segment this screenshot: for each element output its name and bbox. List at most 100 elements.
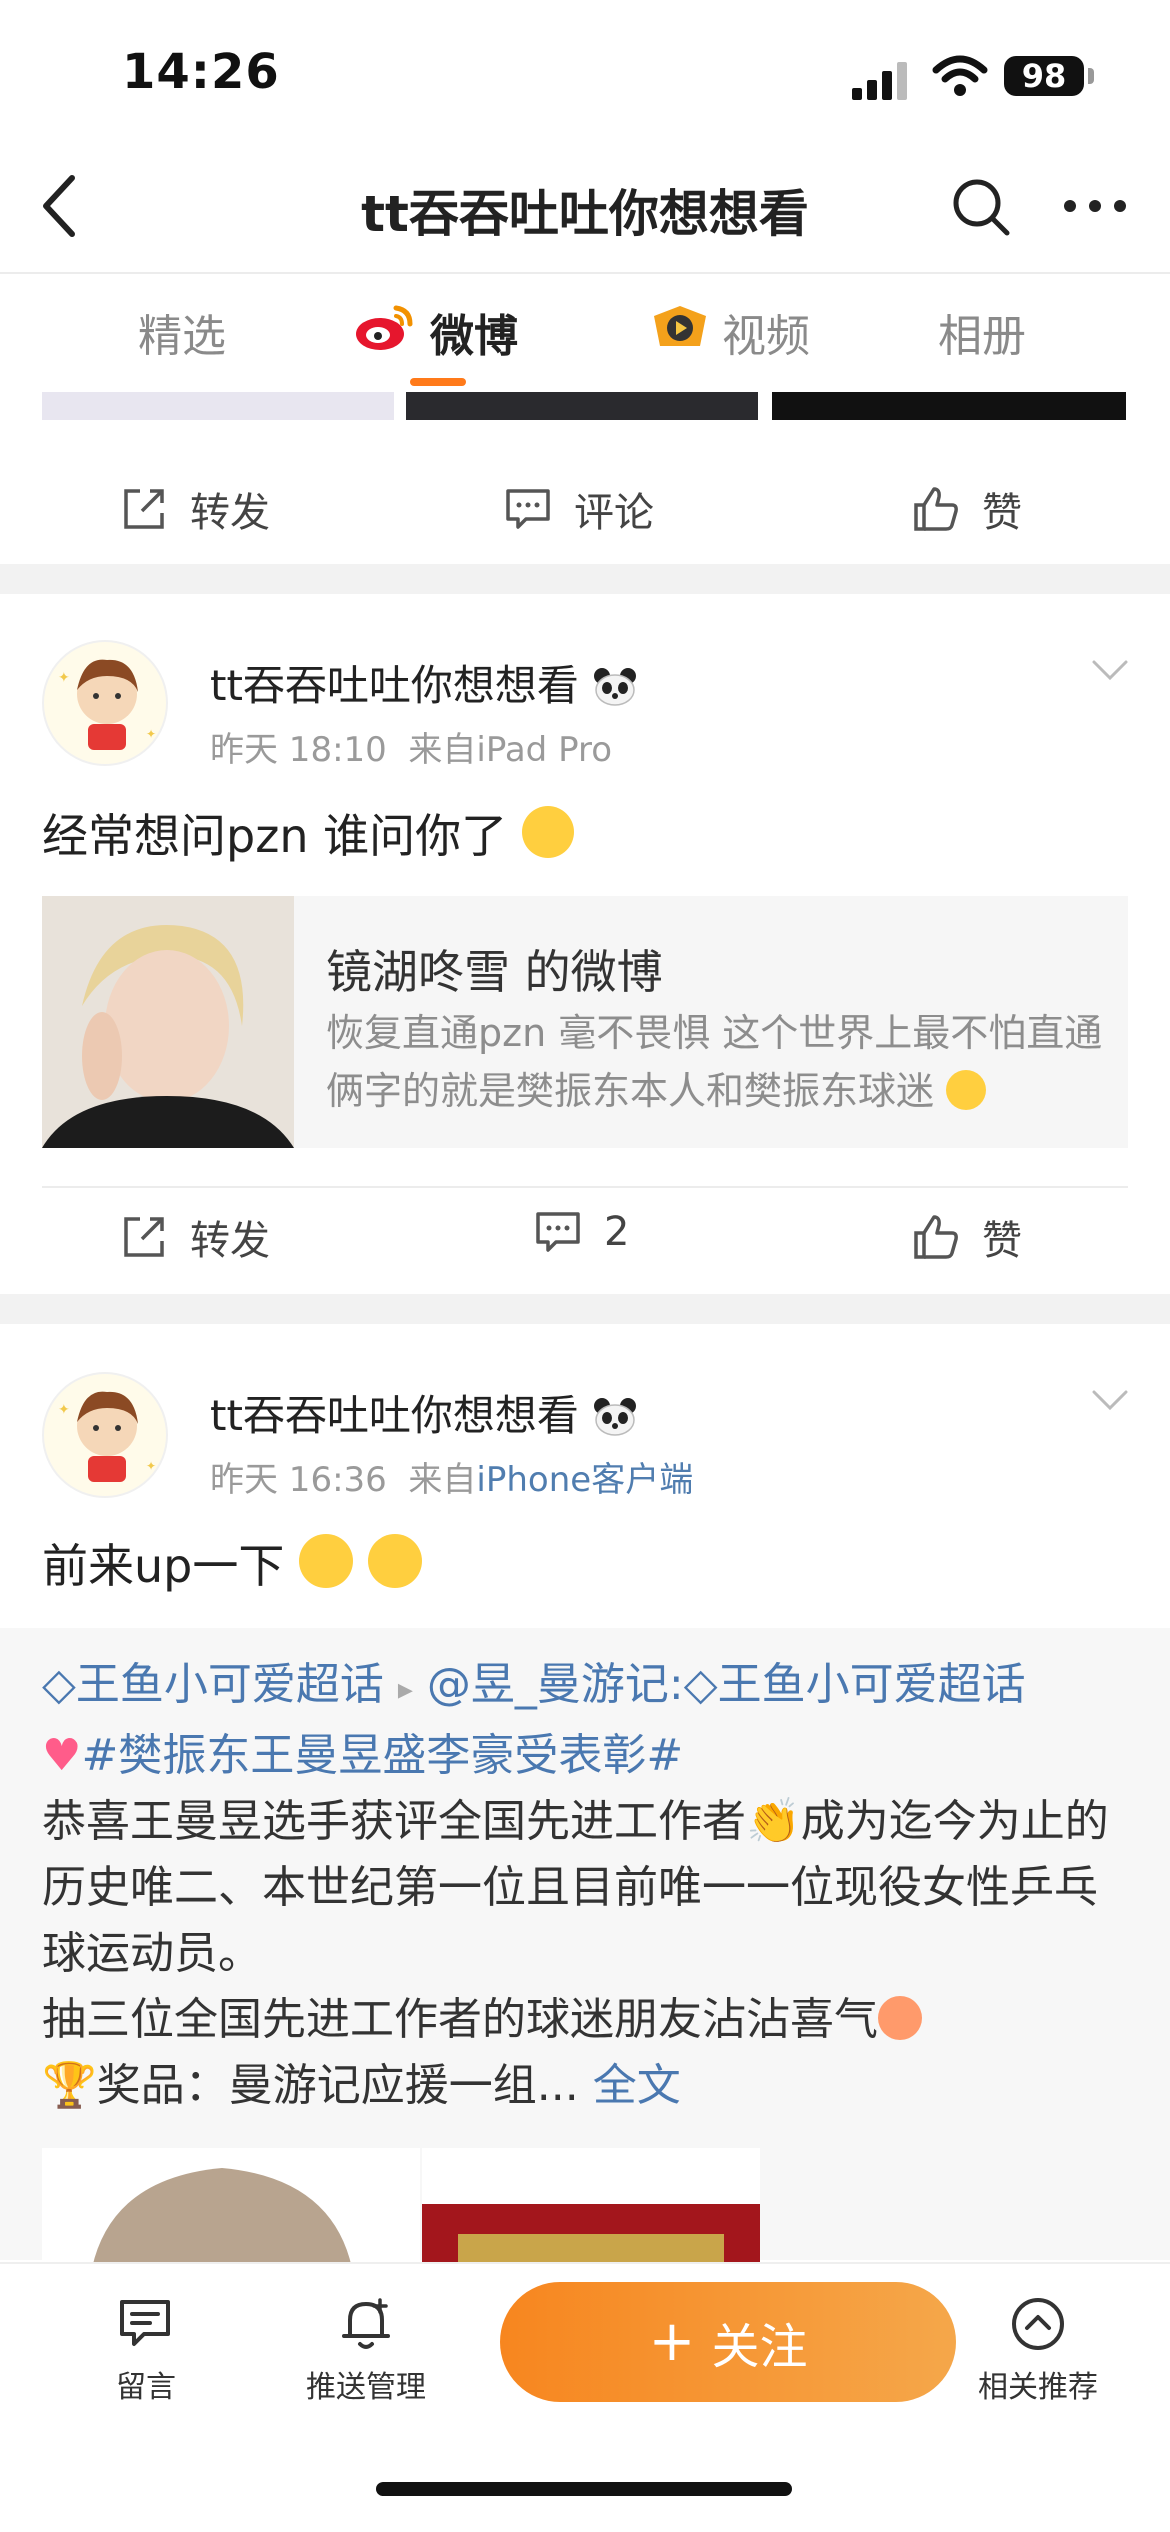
username-text: tt吞吞吐吐你想想看 [210, 661, 579, 710]
panda-icon [592, 666, 638, 706]
quoted-post-text: 恢复直通pzn 毫不畏惧 这个世界上最不怕直通俩字的就是樊振东本人和樊振东球迷 [326, 1004, 1106, 1120]
hashtag-link[interactable]: #樊振东王曼昱盛李豪受表彰# [81, 1730, 683, 1781]
post-time: 昨天 16:36 [210, 1460, 387, 1500]
repost-line-1: 恭喜王曼昱选手获评全国先进工作者 [42, 1796, 746, 1847]
repost-line-3: 抽三位全国先进工作者的球迷朋友沾沾喜气 [42, 1994, 878, 2045]
comment-button[interactable]: 2 [534, 1208, 629, 1256]
comment-icon [536, 1212, 580, 1252]
previous-post-image[interactable] [406, 392, 758, 420]
svg-text:✦: ✦ [146, 727, 156, 741]
chevron-down-icon[interactable] [1090, 1388, 1130, 1414]
comment-label: 评论 [574, 490, 654, 536]
like-label: 赞 [982, 490, 1022, 536]
quoted-post-text-content: 恢复直通pzn 毫不畏惧 这个世界上最不怕直通俩字的就是樊振东本人和樊振东球迷 [326, 1011, 1103, 1113]
follow-button[interactable]: + 关注 [500, 2282, 956, 2402]
trophy-icon: 🏆 [42, 2060, 97, 2111]
like-label: 赞 [982, 1218, 1022, 1264]
tab-weibo[interactable]: 微博 [430, 300, 518, 364]
message-button[interactable]: 留言 [66, 2294, 226, 2406]
comment-count: 2 [604, 1209, 630, 1255]
repost-icon [124, 489, 164, 529]
teary-emoji-icon [298, 1534, 353, 1588]
certificate-photo-icon [422, 2204, 760, 2268]
person-photo-icon [42, 2148, 420, 2268]
post-username[interactable]: tt吞吞吐吐你想想看 [210, 652, 638, 713]
tab-featured[interactable]: 精选 [138, 300, 226, 364]
avatar[interactable]: ✦ ✦ [42, 1372, 168, 1498]
post-source: iPad Pro [476, 730, 613, 770]
repost-image[interactable] [42, 2148, 420, 2268]
reposted-text: ◇王鱼小可爱超话 ▸ @昱_曼游记:◇王鱼小可爱超话 ♥#樊振东王曼昱盛李豪受表… [42, 1652, 1132, 2119]
push-label: 推送管理 [306, 2370, 426, 2405]
source-prefix: 来自 [408, 730, 477, 770]
repost-button[interactable]: 转发 [120, 1208, 270, 1266]
tab-video[interactable]: 视频 [722, 300, 810, 364]
status-time: 14:26 [122, 44, 280, 100]
chevron-down-icon[interactable] [1090, 658, 1130, 684]
happy-emoji-icon [878, 1996, 922, 2040]
grin-emoji-icon [946, 1070, 987, 1110]
person-photo-icon [42, 896, 294, 1148]
quoted-post-thumbnail [42, 896, 294, 1148]
repost-image[interactable] [422, 2148, 760, 2268]
supertopic-diamond-icon: ◇ [683, 1659, 718, 1710]
full-text-link[interactable]: 全文 [593, 2060, 681, 2111]
comment-icon [506, 489, 550, 529]
page-title: tt吞吞吐吐你想想看 [361, 185, 809, 243]
post-text-content: 经常想问pzn 谁问你了 [42, 809, 508, 863]
push-settings-button[interactable]: 推送管理 [286, 2294, 446, 2406]
action-divider [42, 1186, 1128, 1188]
post-meta: 昨天 18:10 来自iPad Pro [210, 722, 612, 771]
repost-label: 转发 [190, 1218, 270, 1264]
supertopic-link[interactable]: 王鱼小可爱超话 [718, 1659, 1026, 1710]
repost-button[interactable]: 转发 [120, 480, 270, 538]
post-text: 前来up一下 [42, 1530, 422, 1596]
avatar-cartoon-icon: ✦✦ [58, 659, 156, 750]
post-username[interactable]: tt吞吞吐吐你想想看 [210, 1382, 638, 1443]
post-time: 昨天 18:10 [210, 730, 387, 770]
username-text: tt吞吞吐吐你想想看 [210, 1391, 579, 1440]
more-icon[interactable] [1060, 192, 1130, 220]
message-label: 留言 [116, 2370, 176, 2405]
home-indicator[interactable] [376, 2482, 792, 2496]
active-tab-indicator [410, 378, 466, 386]
svg-text:✦: ✦ [58, 670, 70, 686]
weibo-icon [356, 305, 413, 350]
recommendations-button[interactable]: 相关推荐 [958, 2294, 1118, 2406]
previous-post-image[interactable] [772, 392, 1126, 420]
follow-label: 关注 [711, 2319, 808, 2375]
arrow-right-icon: ▸ [397, 1672, 413, 1707]
comment-button[interactable]: 评论 [504, 480, 654, 538]
previous-post-image[interactable] [42, 392, 394, 420]
svg-text:✦: ✦ [146, 1459, 156, 1473]
svg-text:✦: ✦ [58, 1402, 70, 1418]
back-icon[interactable] [36, 170, 84, 242]
avatar[interactable]: ✦ ✦ [42, 640, 168, 766]
avatar-cartoon-icon: ✦✦ [58, 1391, 156, 1482]
wifi-icon [932, 55, 988, 96]
like-button[interactable]: 赞 [912, 1208, 1022, 1266]
repost-line-4: 奖品：曼游记应援一组... [96, 2060, 579, 2111]
post-meta: 昨天 16:36 来自iPhone客户端 [210, 1452, 693, 1501]
post-separator [0, 1294, 1170, 1324]
post-source-link[interactable]: iPhone客户端 [476, 1460, 693, 1500]
chevron-up-circle-icon [1012, 2298, 1064, 2350]
clap-icon: 👏 [746, 1796, 801, 1847]
recommend-label: 相关推荐 [978, 2370, 1098, 2405]
cellular-signal-icon [852, 62, 907, 100]
repost-icon [124, 1217, 164, 1257]
quoted-post-title: 镜湖咚雪 的微博 [326, 945, 663, 999]
search-icon[interactable] [950, 176, 1012, 238]
message-icon [120, 2300, 170, 2346]
like-button[interactable]: 赞 [912, 480, 1022, 538]
thinking-emoji-icon [521, 806, 574, 858]
tab-album[interactable]: 相册 [938, 300, 1026, 364]
bell-plus-icon [342, 2298, 390, 2349]
battery-indicator: 98 [1004, 56, 1084, 96]
video-icon [654, 306, 706, 346]
mention-link[interactable]: @昱_曼游记: [427, 1659, 684, 1710]
post-separator [0, 564, 1170, 594]
supertopic-link[interactable]: 王鱼小可爱超话 [76, 1659, 384, 1710]
source-prefix: 来自 [408, 1460, 477, 1500]
header-divider [0, 272, 1170, 274]
